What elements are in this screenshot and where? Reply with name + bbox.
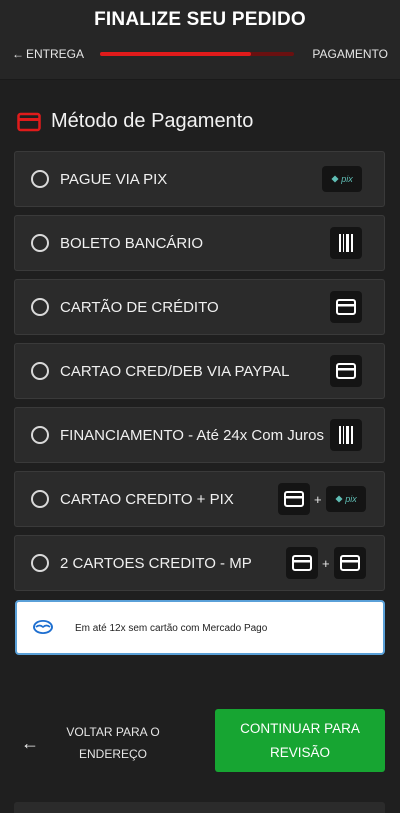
section-title: Método de Pagamento: [51, 110, 254, 132]
barcode-icon: [330, 419, 362, 451]
credit-card-icon: [286, 547, 318, 579]
mercado-pago-banner[interactable]: Em até 12x sem cartão com Mercado Pago: [15, 600, 385, 655]
page-title: FINALIZE SEU PEDIDO: [94, 9, 306, 30]
option-label: CARTAO CREDITO + PIX: [60, 490, 234, 508]
radio-button[interactable]: [31, 298, 49, 316]
radio-button[interactable]: [31, 362, 49, 380]
option-label: 2 CARTOES CREDITO - MP: [60, 554, 252, 572]
option-label: PAGUE VIA PIX: [60, 170, 168, 188]
back-to-address-button[interactable]: ← VOLTAR PARA O ENDEREÇO: [18, 715, 178, 775]
plus-separator: +: [322, 555, 330, 571]
barcode-icon: [330, 227, 362, 259]
radio-button[interactable]: [31, 426, 49, 444]
checkout-progress-bar: [100, 52, 294, 56]
radio-button[interactable]: [31, 170, 49, 188]
payment-option-pix[interactable]: PAGUE VIA PIX pix: [14, 151, 385, 207]
credit-card-icon: [278, 483, 310, 515]
option-label: BOLETO BANCÁRIO: [60, 234, 204, 252]
option-label: CARTÃO DE CRÉDITO: [60, 298, 219, 316]
continue-to-review-button[interactable]: CONTINUAR PARA REVISÃO: [215, 709, 385, 772]
pix-icon: pix: [322, 166, 362, 192]
payment-option-two-cards[interactable]: 2 CARTOES CREDITO - MP +: [14, 535, 385, 591]
credit-card-icon: [330, 355, 362, 387]
credit-card-icon: [330, 291, 362, 323]
payment-option-card-plus-pix[interactable]: CARTAO CREDITO + PIX + pix: [14, 471, 385, 527]
progress-fill: [100, 52, 252, 56]
arrow-left-icon: ←: [12, 47, 24, 61]
step-pagamento-label: PAGAMENTO: [312, 47, 388, 61]
radio-button[interactable]: [31, 490, 49, 508]
payment-option-boleto[interactable]: BOLETO BANCÁRIO: [14, 215, 385, 271]
credit-card-icon: [334, 547, 366, 579]
bottom-panel: [14, 802, 385, 813]
checkout-header: FINALIZE SEU PEDIDO ← ENTREGA PAGAMENTO: [0, 0, 400, 80]
continue-button-label: CONTINUAR PARA REVISÃO: [240, 720, 360, 760]
back-to-entrega-link[interactable]: ← ENTREGA: [12, 47, 84, 61]
payment-option-paypal[interactable]: CARTAO CRED/DEB VIA PAYPAL: [14, 343, 385, 399]
pix-icon: pix: [326, 486, 366, 512]
back-button-label: VOLTAR PARA O ENDEREÇO: [66, 725, 160, 761]
payment-option-financiamento[interactable]: FINANCIAMENTO - Até 24x Com Juros: [14, 407, 385, 463]
option-label: FINANCIAMENTO - Até 24x Com Juros: [60, 426, 324, 444]
credit-card-icon: [17, 112, 41, 131]
mercado-pago-logo-icon: [33, 620, 53, 634]
radio-button[interactable]: [31, 554, 49, 572]
plus-separator: +: [314, 491, 322, 507]
payment-option-credit-card[interactable]: CARTÃO DE CRÉDITO: [14, 279, 385, 335]
step-entrega-label: ENTREGA: [26, 47, 85, 61]
arrow-left-icon: ←: [21, 733, 39, 753]
mercado-pago-text: Em até 12x sem cartão com Mercado Pago: [75, 623, 268, 634]
payment-method-heading: Método de Pagamento: [17, 110, 253, 133]
option-label: CARTAO CRED/DEB VIA PAYPAL: [60, 362, 290, 380]
radio-button[interactable]: [31, 234, 49, 252]
